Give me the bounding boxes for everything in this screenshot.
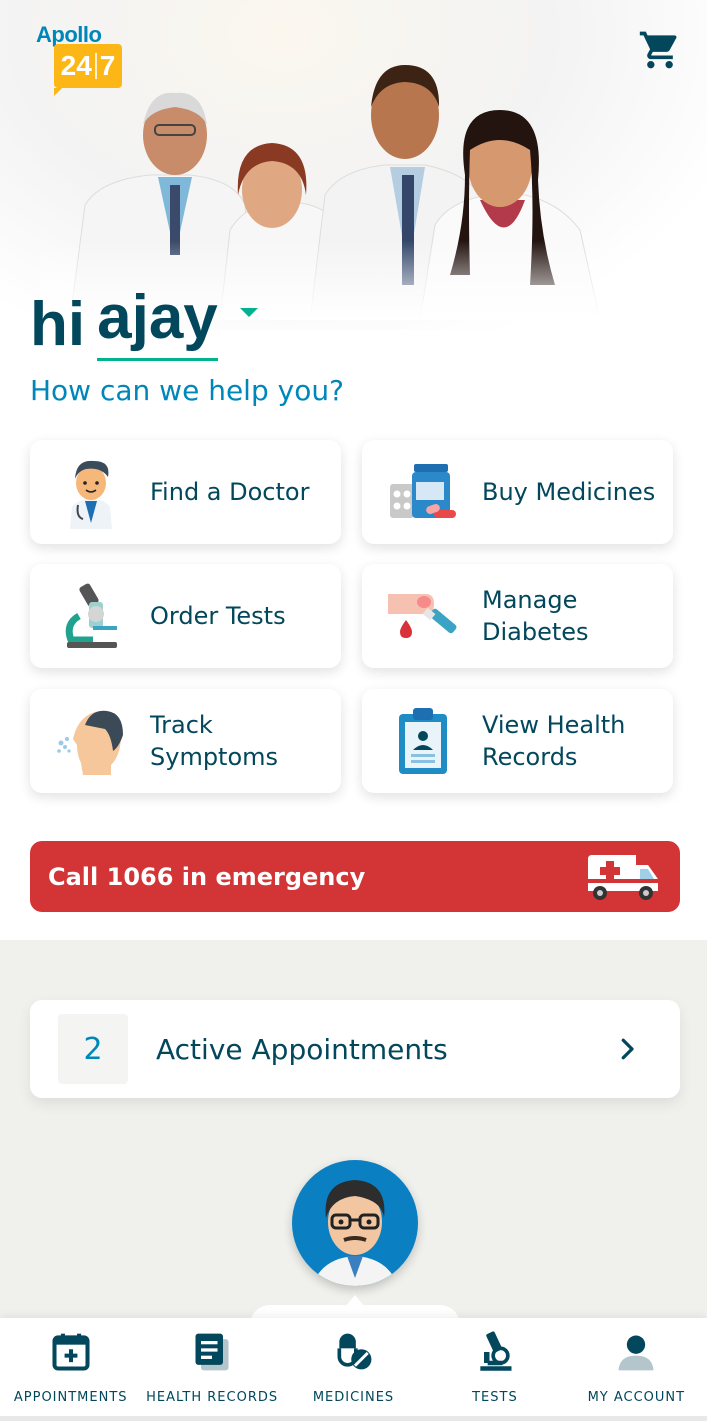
ambulance-icon (588, 854, 658, 900)
microscope-icon (480, 1331, 512, 1371)
person-icon (618, 1335, 654, 1371)
microscope-icon (52, 577, 130, 655)
chevron-right-icon (621, 1038, 634, 1060)
records-icon (195, 1333, 229, 1371)
logo-badge: 24 7 (54, 44, 122, 96)
track-symptoms-card[interactable]: Track Symptoms (30, 689, 341, 793)
symptoms-icon (52, 702, 130, 780)
track-symptoms-label: Track Symptoms (150, 711, 279, 771)
tab-tests[interactable]: TESTS (424, 1318, 565, 1421)
tab-health-records-label: HEALTH RECORDS (146, 1390, 279, 1405)
tab-appointments-label: APPOINTMENTS (13, 1390, 128, 1405)
find-doctor-label: Find a Doctor (150, 478, 310, 506)
tab-medicines[interactable]: MEDICINES (283, 1318, 424, 1421)
blood-drop-icon (384, 577, 462, 655)
manage-diabetes-label: Manage Diabetes (482, 586, 589, 646)
pill-icon (337, 1333, 371, 1370)
profile-switcher[interactable]: ajay (97, 282, 258, 361)
cart-icon[interactable] (638, 28, 682, 72)
order-tests-label: Order Tests (150, 602, 286, 630)
emergency-call-button[interactable]: Call 1066 in emergency (30, 841, 680, 912)
caret-down-icon[interactable] (239, 308, 258, 317)
user-name[interactable]: ajay (97, 282, 218, 361)
help-heading: How can we help you? (30, 374, 344, 407)
active-appointments-card[interactable]: 2 Active Appointments (30, 1000, 680, 1098)
tab-health-records[interactable]: HEALTH RECORDS (141, 1318, 282, 1421)
emergency-label: Call 1066 in emergency (48, 862, 366, 891)
tab-my-account-label: MY ACCOUNT (587, 1390, 686, 1405)
view-health-records-label: View Health Records (482, 711, 626, 771)
tab-medicines-label: MEDICINES (312, 1390, 395, 1405)
order-tests-card[interactable]: Order Tests (30, 564, 341, 668)
greeting-hi: hi (30, 290, 86, 359)
hero-banner: Apollo 24 7 (0, 0, 707, 330)
medicines-icon (384, 453, 462, 531)
bottom-tab-bar: APPOINTMENTS HEALTH RECORDS MEDICINES TE… (0, 1318, 707, 1421)
greeting: hi ajay (30, 282, 258, 361)
view-health-records-card[interactable]: View Health Records (362, 689, 673, 793)
find-doctor-card[interactable]: Find a Doctor (30, 440, 341, 544)
buy-medicines-card[interactable]: Buy Medicines (362, 440, 673, 544)
buy-medicines-label: Buy Medicines (482, 478, 656, 506)
manage-diabetes-card[interactable]: Manage Diabetes (362, 564, 673, 668)
tab-tests-label: TESTS (472, 1390, 518, 1405)
tab-my-account[interactable]: MY ACCOUNT (566, 1318, 707, 1421)
tab-appointments[interactable]: APPOINTMENTS (0, 1318, 141, 1421)
doctors-illustration (40, 55, 640, 320)
appointments-count: 2 (58, 1014, 128, 1084)
clipboard-icon (384, 702, 462, 780)
home-indicator-bar (0, 1416, 707, 1421)
apollo-logo[interactable]: Apollo 24 7 (34, 22, 126, 96)
doctor-icon (52, 453, 130, 531)
appointments-label: Active Appointments (156, 1032, 448, 1066)
calendar-plus-icon (52, 1333, 90, 1371)
assistant-avatar[interactable] (292, 1160, 418, 1286)
